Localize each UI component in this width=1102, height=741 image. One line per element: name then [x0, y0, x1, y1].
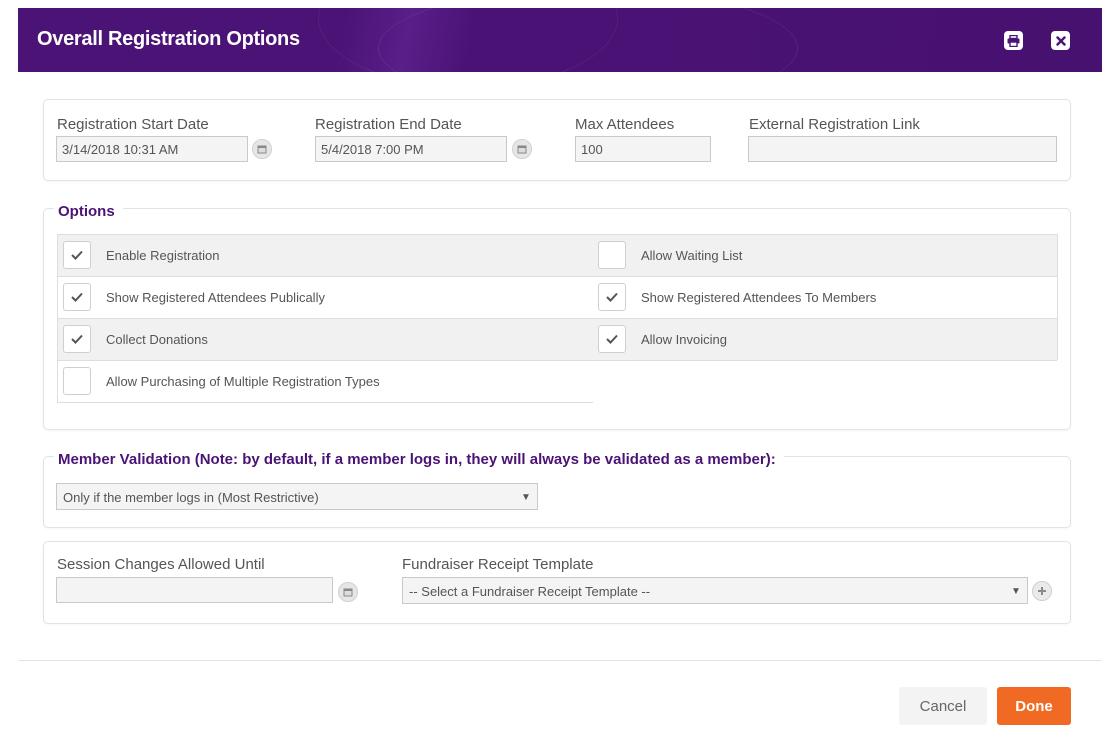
- start-date-input[interactable]: 3/14/2018 10:31 AM: [56, 136, 248, 162]
- show-attendees-members-label: Show Registered Attendees To Members: [641, 290, 877, 305]
- max-attendees-input[interactable]: 100: [575, 136, 711, 162]
- divider: [57, 360, 1057, 361]
- member-validation-select[interactable]: Only if the member logs in (Most Restric…: [56, 483, 538, 510]
- allow-invoicing-checkbox[interactable]: [598, 325, 626, 353]
- close-icon: [1055, 35, 1066, 46]
- fundraiser-receipt-select[interactable]: -- Select a Fundraiser Receipt Template …: [402, 577, 1028, 604]
- divider: [57, 318, 1057, 319]
- session-changes-calendar-button[interactable]: [338, 582, 358, 602]
- allow-waiting-list-label: Allow Waiting List: [641, 248, 743, 263]
- session-changes-input[interactable]: [56, 577, 333, 603]
- max-attendees-label: Max Attendees: [575, 116, 675, 133]
- dialog-title: Overall Registration Options: [37, 28, 300, 50]
- member-validation-legend: Member Validation (Note: by default, if …: [54, 451, 784, 468]
- calendar-icon: [517, 145, 527, 154]
- options-legend: Options: [54, 203, 123, 220]
- divider: [57, 276, 1057, 277]
- close-button[interactable]: [1051, 31, 1070, 50]
- start-date-label: Registration Start Date: [57, 116, 209, 133]
- enable-registration-checkbox[interactable]: [63, 241, 91, 269]
- fundraiser-receipt-label: Fundraiser Receipt Template: [402, 556, 594, 573]
- external-link-label: External Registration Link: [749, 116, 920, 133]
- cancel-button[interactable]: Cancel: [899, 687, 987, 725]
- show-attendees-publically-checkbox[interactable]: [63, 283, 91, 311]
- registration-options-dialog: Overall Registration Options Registratio…: [18, 8, 1102, 741]
- fundraiser-receipt-selected: -- Select a Fundraiser Receipt Template …: [409, 584, 651, 599]
- start-date-calendar-button[interactable]: [252, 139, 272, 159]
- enable-registration-label: Enable Registration: [106, 248, 220, 263]
- footer-divider: [18, 660, 1102, 661]
- print-button[interactable]: [1004, 31, 1023, 50]
- chevron-down-icon: ▼: [1011, 586, 1021, 597]
- header-decoration: [318, 8, 618, 72]
- divider: [1057, 234, 1058, 360]
- allow-waiting-list-checkbox[interactable]: [598, 241, 626, 269]
- add-template-button[interactable]: [1032, 581, 1052, 601]
- collect-donations-checkbox[interactable]: [63, 325, 91, 353]
- collect-donations-label: Collect Donations: [106, 332, 208, 347]
- calendar-icon: [257, 145, 267, 154]
- divider: [57, 234, 1057, 235]
- show-attendees-members-checkbox[interactable]: [598, 283, 626, 311]
- checkmark-icon: [606, 334, 618, 344]
- done-button[interactable]: Done: [997, 687, 1071, 725]
- checkmark-icon: [71, 250, 83, 260]
- end-date-calendar-button[interactable]: [512, 139, 532, 159]
- divider: [57, 402, 593, 403]
- calendar-icon: [343, 588, 353, 597]
- plus-icon: [1038, 587, 1046, 595]
- allow-multiple-registration-types-label: Allow Purchasing of Multiple Registratio…: [106, 374, 380, 389]
- external-link-input[interactable]: [748, 136, 1057, 162]
- print-icon: [1007, 34, 1020, 47]
- session-changes-label: Session Changes Allowed Until: [57, 556, 265, 573]
- checkmark-icon: [71, 334, 83, 344]
- end-date-input[interactable]: 5/4/2018 7:00 PM: [315, 136, 507, 162]
- checkmark-icon: [71, 292, 83, 302]
- show-attendees-publically-label: Show Registered Attendees Publically: [106, 290, 325, 305]
- allow-invoicing-label: Allow Invoicing: [641, 332, 727, 347]
- chevron-down-icon: ▼: [521, 492, 531, 503]
- checkmark-icon: [606, 292, 618, 302]
- allow-multiple-registration-types-checkbox[interactable]: [63, 367, 91, 395]
- dialog-header: Overall Registration Options: [18, 8, 1102, 72]
- divider: [57, 234, 58, 402]
- member-validation-selected: Only if the member logs in (Most Restric…: [63, 490, 319, 505]
- end-date-label: Registration End Date: [315, 116, 462, 133]
